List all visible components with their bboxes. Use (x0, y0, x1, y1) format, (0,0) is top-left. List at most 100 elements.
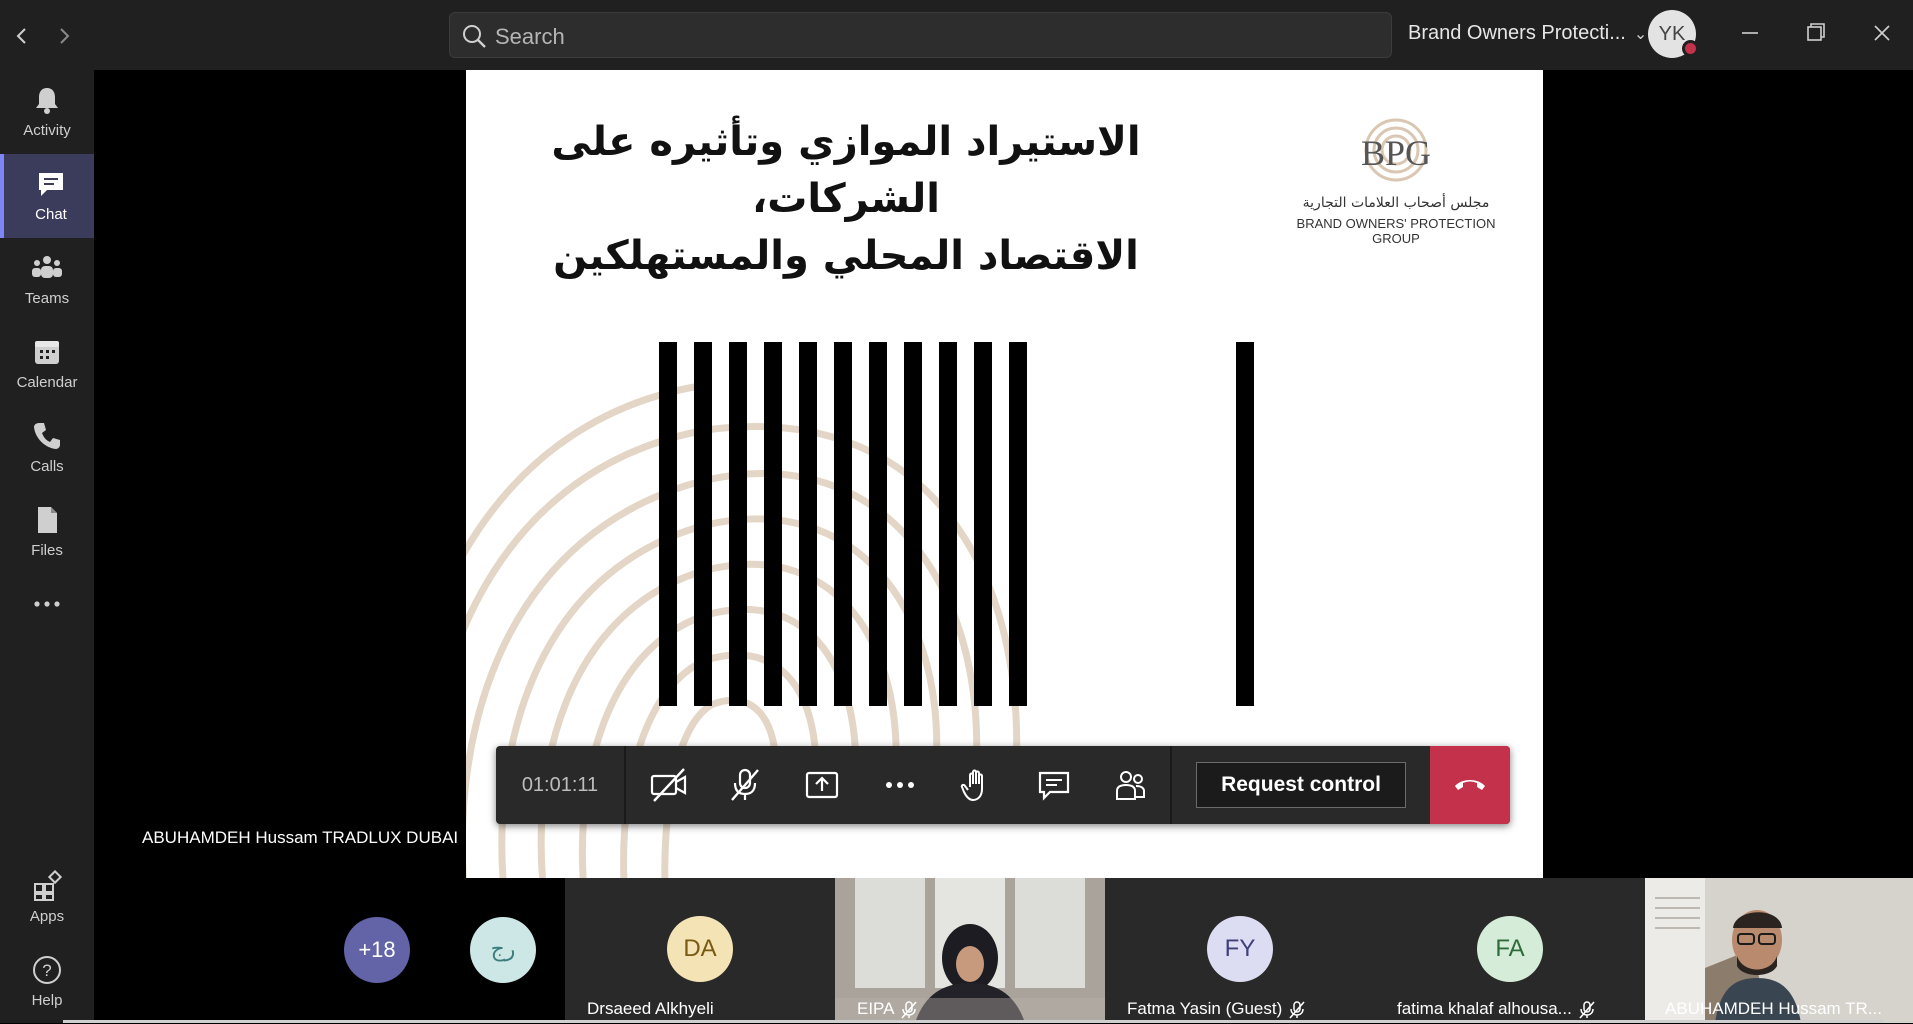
close-button[interactable] (1859, 12, 1905, 58)
participant-tile-video[interactable]: ABUHAMDEH Hussam TR... (1645, 878, 1913, 1023)
org-name: Brand Owners Protecti... (1408, 22, 1626, 44)
rail-item-calendar[interactable]: Calendar (0, 322, 94, 406)
teams-icon (32, 256, 62, 278)
status-dot-icon (1682, 40, 1699, 57)
rail-label-calendar: Calendar (16, 374, 78, 391)
phone-icon (34, 423, 60, 449)
forward-button[interactable] (46, 18, 82, 54)
rail-label-apps: Apps (29, 908, 65, 925)
camera-toggle-button[interactable] (642, 760, 694, 810)
participant-tile-video[interactable]: EIPA (835, 878, 1105, 1023)
call-timer: 01:01:11 (521, 774, 599, 796)
rail-item-chat[interactable]: Chat (0, 154, 94, 238)
camera-off-icon (650, 768, 687, 802)
show-participants-button[interactable] (1104, 760, 1156, 810)
overflow-participants-button[interactable]: +18 (344, 917, 410, 983)
participant-avatar: FA (1477, 916, 1543, 982)
file-icon (38, 507, 57, 533)
close-icon (1874, 25, 1890, 41)
participant-name: ABUHAMDEH Hussam TR... (1665, 999, 1882, 1018)
rail-label-chat: Chat (35, 206, 67, 223)
chat-icon (39, 173, 63, 196)
rail-item-more[interactable] (0, 574, 94, 634)
barcode-stripe (799, 342, 817, 706)
barcode-stripe (939, 342, 957, 706)
hang-up-icon (1455, 780, 1485, 790)
barcode-stripe (694, 342, 712, 706)
request-control-button[interactable]: Request control (1196, 762, 1406, 808)
presenter-name-label: ABUHAMDEH Hussam TRADLUX DUBAI (142, 828, 459, 847)
mic-off-icon (1579, 1000, 1595, 1019)
app-rail: Activity Chat Teams Calendar Calls Files… (0, 70, 94, 1023)
minimize-button[interactable] (1727, 12, 1773, 58)
barcode-stripe (869, 342, 887, 706)
chevron-down-icon: ⌄ (1633, 26, 1648, 43)
participant-tile[interactable]: FA fatima khalaf alhousa... (1375, 878, 1645, 1023)
participant-name: EIPA (857, 999, 918, 1019)
title-bar: Search Brand Owners Protecti... ⌄ YK (0, 0, 1913, 70)
rail-label-help: Help (31, 992, 63, 1009)
apps-icon (34, 870, 63, 901)
search-placeholder: Search (495, 24, 565, 49)
rail-label-files: Files (31, 542, 63, 559)
barcode-stripe (729, 342, 747, 706)
barcode-stripe (764, 342, 782, 706)
help-icon: ? (33, 956, 61, 984)
mic-off-icon (901, 1000, 918, 1019)
mic-toggle-button[interactable] (719, 760, 771, 810)
divider (1170, 746, 1172, 824)
svg-text:?: ? (42, 961, 51, 980)
chat-bubble-icon (1038, 771, 1070, 801)
call-control-bar: 01:01:11 Request control (496, 746, 1510, 824)
barcode-stripe (1009, 342, 1027, 706)
barcode-stripe (974, 342, 992, 706)
divider (624, 746, 626, 824)
rail-item-teams[interactable]: Teams (0, 238, 94, 322)
more-icon (34, 601, 60, 607)
more-actions-button[interactable] (874, 760, 926, 810)
participant-avatar: FY (1207, 916, 1273, 982)
barcode-stripe (904, 342, 922, 706)
rail-item-help[interactable]: ? Help (0, 940, 94, 1024)
participant-name: fatima khalaf alhousa... (1397, 999, 1596, 1019)
participant-name-text: EIPA (857, 999, 895, 1018)
rail-item-activity[interactable]: Activity (0, 70, 94, 154)
search-input[interactable]: Search (449, 12, 1392, 58)
mic-off-icon (731, 768, 759, 801)
participant-avatar: DA (667, 916, 733, 982)
more-icon (886, 782, 914, 788)
participant-name: Fatma Yasin (Guest) (1127, 999, 1306, 1019)
search-icon (463, 25, 486, 48)
minimize-icon (1742, 32, 1758, 34)
participant-tile[interactable]: FY Fatma Yasin (Guest) (1105, 878, 1375, 1023)
barcode-stripe (834, 342, 852, 706)
back-button[interactable] (4, 18, 40, 54)
rail-label-calls: Calls (30, 458, 64, 475)
barcode-stripe (659, 342, 677, 706)
chevron-right-icon (60, 28, 70, 44)
hang-up-button[interactable] (1430, 746, 1510, 824)
rail-item-apps[interactable]: Apps (0, 856, 94, 940)
share-tray-icon (805, 771, 839, 799)
raise-hand-button[interactable] (951, 760, 1003, 810)
share-screen-button[interactable] (796, 760, 848, 810)
rail-item-calls[interactable]: Calls (0, 406, 94, 490)
participant-name-text: Fatma Yasin (Guest) (1127, 999, 1283, 1018)
participant-name-text: fatima khalaf alhousa... (1397, 999, 1572, 1018)
rail-label-activity: Activity (23, 122, 71, 139)
restore-icon (1807, 23, 1825, 41)
participant-tile[interactable]: DA Drsaeed Alkhyeli (565, 878, 835, 1023)
rail-label-teams: Teams (24, 290, 70, 307)
restore-button[interactable] (1793, 12, 1839, 58)
rail-item-files[interactable]: Files (0, 490, 94, 574)
bell-icon (36, 88, 58, 114)
mic-off-icon (1289, 1000, 1305, 1019)
participant-avatar[interactable]: رج (470, 917, 536, 983)
user-initials: YK (1658, 23, 1686, 45)
barcode-stripe (1236, 342, 1254, 706)
user-avatar[interactable]: YK (1648, 10, 1699, 58)
org-switcher[interactable]: Brand Owners Protecti... ⌄ (1408, 22, 1647, 45)
show-conversation-button[interactable] (1028, 760, 1080, 810)
participant-name: Drsaeed Alkhyeli (587, 999, 714, 1018)
chevron-left-icon (16, 28, 26, 44)
